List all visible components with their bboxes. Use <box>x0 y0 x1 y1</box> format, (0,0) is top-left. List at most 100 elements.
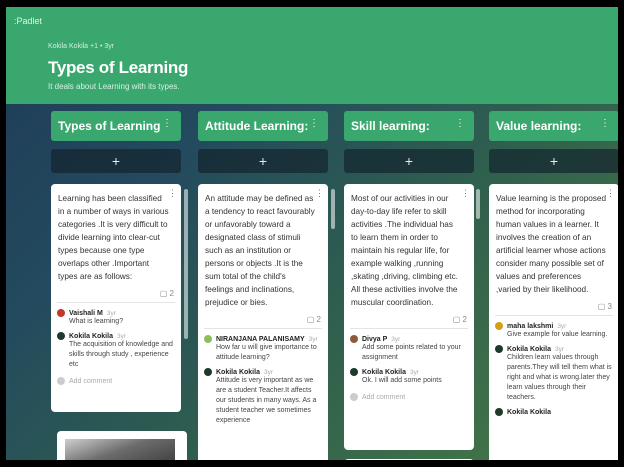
comment-user: Kokila Kokila <box>507 345 551 353</box>
avatar <box>495 345 503 353</box>
post-menu-icon[interactable]: ⋮ <box>315 188 324 199</box>
add-comment-label: Add comment <box>362 393 406 401</box>
comment-count: ▢ 3 <box>597 302 612 311</box>
page-subtitle: It deals about Learning with its types. <box>48 82 180 91</box>
post-body: Most of our activities in our day-to-day… <box>351 194 458 307</box>
comment-text: What is learning? <box>69 318 124 325</box>
comment-user: Kokila Kokila <box>362 368 406 376</box>
post-menu-icon[interactable]: ⋮ <box>168 188 177 199</box>
post-card[interactable]: ⋮ Most of our activities in our day-to-d… <box>344 184 474 450</box>
column-header[interactable]: Attitude Learning: ⋮ <box>198 111 328 141</box>
more-options-icon[interactable]: ⋮ <box>455 118 465 129</box>
comment-time: 3yr <box>308 335 318 343</box>
more-options-icon[interactable]: ⋮ <box>600 118 610 129</box>
comment-user: maha lakshmi <box>507 322 554 330</box>
comment-user: Vaishali M <box>69 309 103 317</box>
comment-count: ▢ 2 <box>159 289 174 298</box>
post-image <box>65 439 175 460</box>
padlet-header: :Padlet Kokila Kokila +1 • 3yr Types of … <box>6 7 618 104</box>
comment: Kokila Kokila 3yr The acquisition of know… <box>51 330 181 373</box>
comment: Divya P 3yr Add some points related to yo… <box>344 333 474 366</box>
page-title: Types of Learning <box>48 58 189 77</box>
add-post-button[interactable]: + <box>51 149 181 173</box>
comment-text: How far u will give importance to attitu… <box>216 344 317 361</box>
comment-time: 3yr <box>554 345 564 353</box>
add-comment-field[interactable]: Add comment <box>51 373 181 393</box>
avatar <box>204 368 212 376</box>
comment-text: Give example for value learning. <box>507 331 608 338</box>
add-post-button[interactable]: + <box>198 149 328 173</box>
post-menu-icon[interactable]: ⋮ <box>461 188 470 199</box>
avatar <box>57 309 65 317</box>
comment-time: 3yr <box>391 335 401 343</box>
comment-time: 3yr <box>106 309 116 317</box>
column-header[interactable]: Skill learning: ⋮ <box>344 111 474 141</box>
divider <box>57 302 175 303</box>
column-scrollbar[interactable] <box>476 189 480 219</box>
divider <box>495 315 613 316</box>
post-card-image[interactable] <box>57 431 187 460</box>
post-body: Value learning is the proposed method fo… <box>496 194 606 294</box>
comment-time: 3yr <box>557 322 567 330</box>
post-card[interactable]: ⋮ Value learning is the proposed method … <box>489 184 618 460</box>
column-title: Skill learning: <box>351 119 430 133</box>
avatar <box>57 377 65 385</box>
post-card[interactable]: ⋮ An attitude may be defined as a tenden… <box>198 184 328 460</box>
comment: Kokila Kokila <box>489 406 618 419</box>
avatar <box>57 332 65 340</box>
column-scrollbar[interactable] <box>331 189 335 229</box>
add-comment-field[interactable]: Add comment <box>344 389 474 409</box>
comment-user: Kokila Kokila <box>216 368 260 376</box>
comment: Kokila Kokila 3yr Children learn values t… <box>489 343 618 406</box>
column-header[interactable]: Types of Learning ⋮ <box>51 111 181 141</box>
comment: maha lakshmi 3yr Give example for value l… <box>489 320 618 343</box>
avatar <box>495 408 503 416</box>
column-header[interactable]: Value learning: ⋮ <box>489 111 618 141</box>
avatar <box>350 368 358 376</box>
avatar <box>495 322 503 330</box>
post-card[interactable]: ⋮ Learning has been classified in a numb… <box>51 184 181 412</box>
comment-text: Attitude is very important as we are a s… <box>216 377 317 424</box>
comment: Kokila Kokila 3yr Ok. I will add some poi… <box>344 366 474 389</box>
comment-text: Add some points related to your assignme… <box>362 344 461 361</box>
column-types-of-learning: Types of Learning ⋮ + ⋮ Learning has bee… <box>51 111 181 412</box>
column-attitude-learning: Attitude Learning: ⋮ + ⋮ An attitude may… <box>198 111 328 460</box>
divider <box>350 328 468 329</box>
more-options-icon[interactable]: ⋮ <box>309 118 319 129</box>
more-options-icon[interactable]: ⋮ <box>162 118 172 129</box>
add-comment-label: Add comment <box>69 377 113 385</box>
comment: NIRANJANA PALANISAMY 3yr How far u will g… <box>198 333 328 366</box>
column-title: Types of Learning <box>58 119 161 133</box>
avatar <box>350 393 358 401</box>
avatar <box>350 335 358 343</box>
column-value-learning: Value learning: ⋮ + ⋮ Value learning is … <box>489 111 618 460</box>
comment-text: Children learn values through parents.Th… <box>507 354 612 401</box>
divider <box>204 328 322 329</box>
column-skill-learning: Skill learning: ⋮ + ⋮ Most of our activi… <box>344 111 474 450</box>
comment: Kokila Kokila 3yr Attitude is very import… <box>198 366 328 429</box>
comment-user: NIRANJANA PALANISAMY <box>216 335 305 343</box>
comment-time: 3yr <box>116 332 126 340</box>
padlet-logo[interactable]: :Padlet <box>14 16 42 26</box>
comment-count: ▢ 2 <box>452 315 467 324</box>
comment-text: The acquisition of knowledge and skills … <box>69 341 173 368</box>
comment-user: Kokila Kokila <box>69 332 113 340</box>
comment-user: Divya P <box>362 335 388 343</box>
post-body: An attitude may be defined as a tendency… <box>205 194 315 307</box>
post-card[interactable] <box>344 459 474 460</box>
column-scrollbar[interactable] <box>184 189 188 339</box>
post-menu-icon[interactable]: ⋮ <box>606 188 615 199</box>
add-post-button[interactable]: + <box>489 149 618 173</box>
avatar <box>204 335 212 343</box>
comment-text: Ok. I will add some points <box>362 377 442 384</box>
column-title: Attitude Learning: <box>205 119 309 133</box>
comment-time: 3yr <box>263 368 273 376</box>
comment-count: ▢ 2 <box>306 315 321 324</box>
padlet-window: :Padlet Kokila Kokila +1 • 3yr Types of … <box>6 7 618 460</box>
add-post-button[interactable]: + <box>344 149 474 173</box>
author-line: Kokila Kokila +1 • 3yr <box>48 43 115 50</box>
comment: Vaishali M 3yr What is learning? <box>51 307 181 330</box>
comment-time: 3yr <box>409 368 419 376</box>
post-body: Learning has been classified in a number… <box>58 194 169 281</box>
column-title: Value learning: <box>496 119 582 133</box>
